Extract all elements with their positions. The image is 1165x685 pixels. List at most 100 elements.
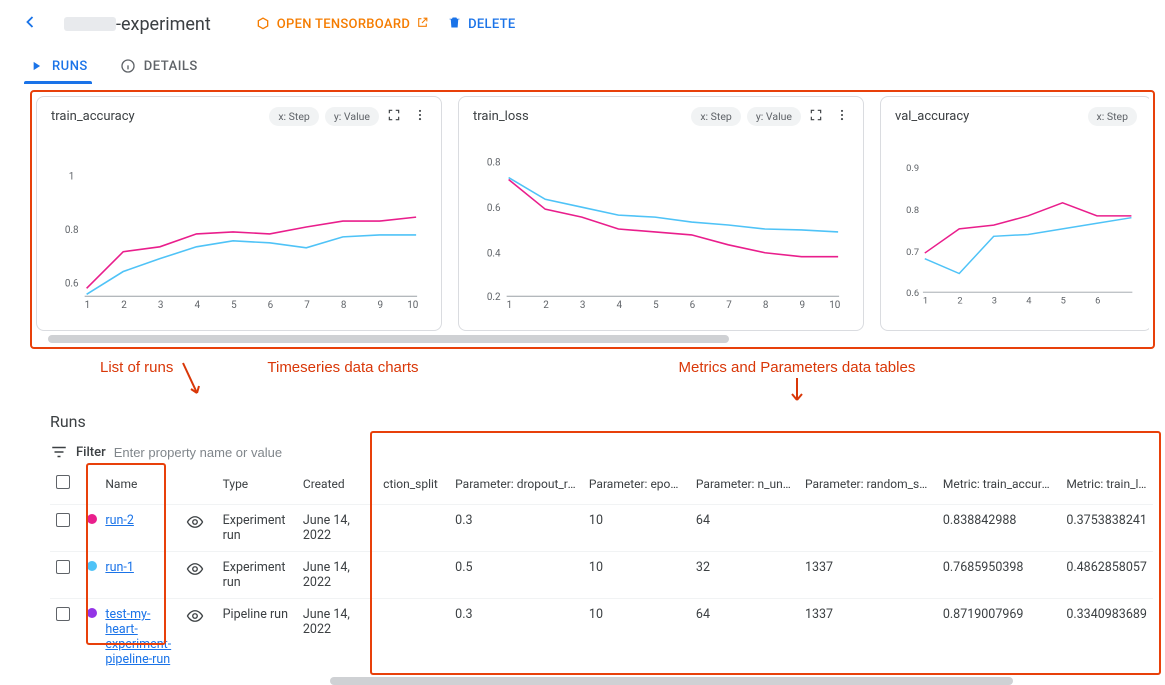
svg-text:2: 2 <box>543 300 549 311</box>
svg-text:1: 1 <box>923 295 928 306</box>
col-type[interactable]: Type <box>217 469 297 505</box>
chart-card-train-accuracy: train_accuracy x: Step y: Value <box>36 96 442 331</box>
select-all-checkbox[interactable] <box>56 475 70 489</box>
col-metric-train-acc[interactable]: Metric: train_accuracy <box>937 469 1060 505</box>
svg-text:0.2: 0.2 <box>487 292 501 303</box>
play-icon <box>28 58 44 74</box>
col-param-epochs[interactable]: Parameter: epochs <box>583 469 690 505</box>
horizontal-scrollbar[interactable] <box>48 335 729 343</box>
chip-y[interactable]: y: Value <box>747 107 801 126</box>
annotation-list-of-runs: List of runs <box>100 359 173 376</box>
run-link[interactable]: run-1 <box>105 560 134 575</box>
annotation-metrics: Metrics and Parameters data tables <box>679 359 916 376</box>
chip-x[interactable]: x: Step <box>269 107 319 126</box>
svg-text:0.4: 0.4 <box>487 249 501 260</box>
svg-text:3: 3 <box>580 300 586 311</box>
svg-text:10: 10 <box>829 300 840 311</box>
run-link[interactable]: run-2 <box>105 513 134 528</box>
delete-button[interactable]: DELETE <box>447 15 515 34</box>
table-row: test-my-heart-experiment-pipeline-run Pi… <box>50 599 1153 676</box>
col-name[interactable]: Name <box>99 469 179 505</box>
svg-text:6: 6 <box>690 300 696 311</box>
chart-plot: 1 0.8 0.6 12345678910 <box>51 132 427 322</box>
cell-p4: 32 <box>690 552 799 599</box>
fullscreen-icon[interactable] <box>387 108 401 126</box>
more-vert-icon[interactable] <box>835 108 849 126</box>
external-link-icon <box>416 16 429 33</box>
svg-text:1: 1 <box>69 172 75 183</box>
visibility-icon[interactable] <box>186 520 204 535</box>
run-link[interactable]: test-my-heart-experiment-pipeline-run <box>105 607 171 667</box>
cell-type: Experiment run <box>217 552 297 599</box>
tab-runs[interactable]: RUNS <box>24 50 92 84</box>
cell-m1: 0.7685950398 <box>937 552 1060 599</box>
cell-p3: 10 <box>583 599 690 676</box>
open-tensorboard-button[interactable]: OPEN TENSORBOARD <box>255 16 429 33</box>
col-created[interactable]: Created <box>297 469 377 505</box>
svg-text:7: 7 <box>726 300 732 311</box>
svg-text:5: 5 <box>231 300 237 311</box>
tabs: RUNS DETAILS <box>0 50 1165 84</box>
svg-text:0.7: 0.7 <box>906 247 919 258</box>
chart-card-val-accuracy: val_accuracy x: Step 0.9 0.8 0.7 0.6 123… <box>880 96 1149 331</box>
cell-p1 <box>377 505 449 552</box>
table-row: run-1 Experiment run June 14, 2022 0.5 1… <box>50 552 1153 599</box>
cell-created: June 14, 2022 <box>297 552 377 599</box>
cell-type: Pipeline run <box>217 599 297 676</box>
annotations: List of runs Timeseries data charts Metr… <box>0 351 1165 406</box>
col-param-dropout[interactable]: Parameter: dropout_rate <box>449 469 583 505</box>
svg-text:4: 4 <box>616 300 622 311</box>
info-icon <box>120 58 136 74</box>
svg-text:4: 4 <box>1026 295 1032 306</box>
svg-text:0.6: 0.6 <box>487 203 501 214</box>
more-vert-icon[interactable] <box>413 108 427 126</box>
cell-p3: 10 <box>583 505 690 552</box>
svg-text:0.8: 0.8 <box>65 225 79 236</box>
cell-p4: 64 <box>690 505 799 552</box>
horizontal-scrollbar[interactable] <box>330 677 1013 685</box>
arrow-down-icon <box>787 376 807 406</box>
svg-text:8: 8 <box>341 300 347 311</box>
row-checkbox[interactable] <box>56 607 70 621</box>
col-metric-train-loss[interactable]: Metric: train_loss <box>1060 469 1153 505</box>
chart-title: train_accuracy <box>51 109 135 124</box>
cell-m2: 0.4862858057 <box>1060 552 1153 599</box>
fullscreen-icon[interactable] <box>809 108 823 126</box>
svg-text:3: 3 <box>992 295 997 306</box>
row-checkbox[interactable] <box>56 560 70 574</box>
cell-m1: 0.8719007969 <box>937 599 1060 676</box>
arrow-down-icon <box>177 359 207 401</box>
visibility-icon[interactable] <box>186 614 204 629</box>
back-arrow-icon[interactable] <box>16 8 44 40</box>
col-param-split[interactable]: ction_split <box>377 469 449 505</box>
chip-y[interactable]: y: Value <box>325 107 379 126</box>
col-param-nunits[interactable]: Parameter: n_units <box>690 469 799 505</box>
tab-details[interactable]: DETAILS <box>116 50 202 84</box>
svg-text:4: 4 <box>194 300 200 311</box>
cell-p5: 1337 <box>799 552 937 599</box>
cell-m2: 0.3340983689 <box>1060 599 1153 676</box>
svg-text:0.8: 0.8 <box>487 158 501 169</box>
visibility-icon[interactable] <box>186 567 204 582</box>
chip-x[interactable]: x: Step <box>691 107 741 126</box>
row-checkbox[interactable] <box>56 513 70 527</box>
filter-input[interactable] <box>114 445 374 460</box>
svg-text:2: 2 <box>121 300 127 311</box>
cell-p5: 1337 <box>799 599 937 676</box>
col-param-randomstate[interactable]: Parameter: random_state <box>799 469 937 505</box>
svg-text:10: 10 <box>407 300 418 311</box>
filter-icon[interactable] <box>50 443 68 461</box>
filter-row: Filter <box>50 441 1153 469</box>
svg-text:1: 1 <box>85 300 91 311</box>
cell-p4: 64 <box>690 599 799 676</box>
chip-x[interactable]: x: Step <box>1088 107 1138 126</box>
cell-created: June 14, 2022 <box>297 599 377 676</box>
runs-title: Runs <box>50 412 1153 431</box>
run-color-dot <box>87 514 97 524</box>
filter-label: Filter <box>76 445 106 460</box>
svg-text:9: 9 <box>378 300 384 311</box>
page-header: -experiment OPEN TENSORBOARD DELETE <box>0 0 1165 48</box>
svg-text:9: 9 <box>800 300 806 311</box>
svg-text:5: 5 <box>1061 295 1066 306</box>
charts-annotation-box: train_accuracy x: Step y: Value <box>30 90 1155 349</box>
